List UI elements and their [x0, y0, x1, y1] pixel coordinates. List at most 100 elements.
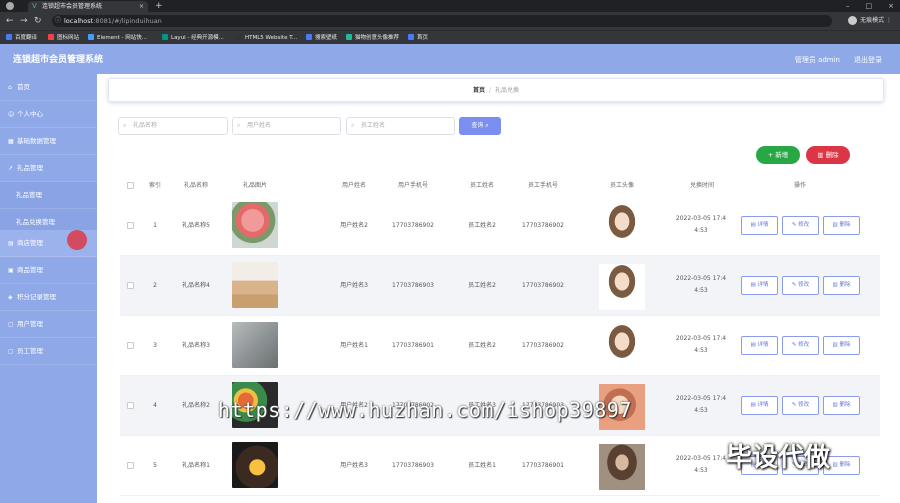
sidebar: ⌂ 首页 ☺ 个人中心 ▦ 基础数据管理 ↗ 礼品管理 礼品管理 礼品兑换管理 ▤ 商店管…: [0, 74, 97, 503]
row-checkbox[interactable]: [127, 222, 134, 229]
cell-staff-name: 员工姓名2: [468, 342, 496, 349]
row-checkbox[interactable]: [127, 342, 134, 349]
trash-icon: ▥: [832, 462, 838, 468]
detail-button[interactable]: ▤ 详情: [741, 276, 778, 295]
edit-label: 修改: [798, 222, 810, 228]
sidebar-item-profile[interactable]: ☺ 个人中心: [0, 101, 97, 128]
sidebar-item-staff[interactable]: ▢ 员工管理: [0, 338, 97, 365]
new-tab-icon[interactable]: +: [155, 0, 163, 12]
profile-label: 无痕模式: [860, 17, 885, 24]
col-header: 员工姓名: [469, 182, 494, 189]
search-button[interactable]: 查询 ⌕: [459, 117, 501, 135]
sidebar-item-goods[interactable]: ▣ 商品管理: [0, 257, 97, 284]
gift-image: [232, 322, 278, 368]
sidebar-item-points[interactable]: ◈ 积分记录管理: [0, 284, 97, 311]
row-checkbox[interactable]: [127, 282, 134, 289]
profile-button[interactable]: 无痕模式 ⋮: [848, 15, 892, 27]
browser-menu-icon[interactable]: [6, 2, 14, 10]
cell-index: 3: [153, 342, 157, 349]
close-window-icon[interactable]: ×: [888, 2, 894, 10]
cell-exchange-time: 2022-03-05 17:4 4:53: [673, 213, 729, 237]
col-header: 索引: [148, 182, 161, 189]
cell-user-name: 用户姓名3: [340, 282, 368, 289]
sidebar-item-label: 员工管理: [17, 347, 43, 355]
goods-icon: ▣: [8, 267, 14, 274]
browser-tab[interactable]: V 连锁超市会员管理系统 ×: [28, 1, 148, 12]
user-icon: ☺: [8, 111, 15, 118]
bookmark-item[interactable]: 猫物创意头像推荐: [346, 31, 399, 45]
row-checkbox[interactable]: [127, 402, 134, 409]
users-icon: ▢: [8, 321, 14, 328]
gift-image: [232, 442, 278, 488]
table-row: 3 礼品名称3 用户姓名1 17703786901 员工姓名2 17703786…: [120, 316, 880, 376]
table-row: 2 礼品名称4 用户姓名3 17703786903 员工姓名2 17703786…: [120, 256, 880, 316]
bookmark-item[interactable]: 搜索壁纸: [306, 31, 337, 45]
address-bar: ← → ↻ ⓘ localhost:8081/#/lipinduihuan 无痕…: [0, 12, 900, 30]
search-label: 查询: [471, 122, 484, 129]
search-icon: ⌕: [237, 122, 241, 129]
bookmark-item[interactable]: Element - 网站快...: [88, 31, 147, 45]
select-all-checkbox[interactable]: [127, 182, 134, 189]
sidebar-subitem-gift[interactable]: 礼品管理: [0, 182, 97, 209]
bookmark-label: 图标网站: [57, 35, 80, 41]
bookmark-label: Layui - 经典开源模...: [171, 35, 224, 41]
back-icon[interactable]: ←: [6, 14, 14, 28]
delete-button[interactable]: ▥ 删除: [823, 276, 860, 295]
bookmark-item[interactable]: 百度翻译: [6, 31, 37, 45]
trash-icon: ▥: [817, 151, 824, 159]
bookmark-item[interactable]: 图标网站: [48, 31, 79, 45]
edit-button[interactable]: ✎ 修改: [782, 216, 819, 235]
sidebar-item-label: 首页: [17, 83, 30, 91]
logout-link[interactable]: 退出登录: [854, 44, 882, 76]
col-header: 用户姓名: [341, 182, 366, 189]
url-field[interactable]: ⓘ localhost:8081/#/lipinduihuan: [52, 15, 832, 27]
cell-user-phone: 17703786901: [392, 342, 434, 349]
maximize-icon[interactable]: □: [866, 2, 873, 10]
delete-button[interactable]: ▥ 删除: [823, 396, 860, 415]
tab-close-icon[interactable]: ×: [139, 1, 144, 12]
time-line: 4:53: [694, 407, 708, 414]
time-line: 4:53: [694, 227, 708, 234]
staff-name-input[interactable]: ⌕ 员工姓名: [346, 117, 455, 135]
sidebar-item-base-data[interactable]: ▦ 基础数据管理: [0, 128, 97, 155]
reload-icon[interactable]: ↻: [34, 14, 42, 28]
staff-avatar: [599, 324, 645, 370]
sidebar-item-users[interactable]: ▢ 用户管理: [0, 311, 97, 338]
staff-avatar: [599, 264, 645, 310]
staff-avatar: [599, 444, 645, 490]
detail-button[interactable]: ▤ 详情: [741, 396, 778, 415]
time-line: 2022-03-05 17:4: [675, 395, 727, 402]
time-line: 2022-03-05 17:4: [675, 215, 727, 222]
time-line: 2022-03-05 17:4: [675, 275, 727, 282]
bookmark-item[interactable]: Layui - 经典开源模...: [162, 31, 224, 45]
bookmark-item[interactable]: 首页: [408, 31, 428, 45]
delete-label: 删除: [839, 222, 851, 228]
cell-index: 2: [153, 282, 157, 289]
user-name-input[interactable]: ⌕ 用户姓名: [232, 117, 341, 135]
sidebar-item-label: 积分记录管理: [17, 293, 56, 301]
edit-button[interactable]: ✎ 修改: [782, 396, 819, 415]
delete-button[interactable]: ▥ 删除: [823, 216, 860, 235]
cursor-highlight: [67, 230, 87, 250]
sidebar-item-home[interactable]: ⌂ 首页: [0, 74, 97, 101]
batch-delete-button[interactable]: ▥ 删除: [806, 146, 850, 164]
sidebar-item-label: 用户管理: [17, 320, 43, 328]
add-button[interactable]: + 新增: [756, 146, 800, 164]
edit-label: 修改: [798, 342, 810, 348]
edit-button[interactable]: ✎ 修改: [782, 276, 819, 295]
sidebar-item-gift-group[interactable]: ↗ 礼品管理: [0, 155, 97, 182]
col-header: 礼品图片: [242, 182, 267, 189]
cell-exchange-time: 2022-03-05 17:4 4:53: [673, 273, 729, 297]
forward-icon[interactable]: →: [20, 14, 28, 28]
placeholder: 用户姓名: [247, 122, 272, 129]
row-checkbox[interactable]: [127, 462, 134, 469]
minimize-icon[interactable]: –: [846, 2, 850, 10]
gift-name-input[interactable]: ⌕ 礼品名称: [118, 117, 228, 135]
bookmark-item[interactable]: HTML5 Website T...: [236, 31, 297, 45]
detail-button[interactable]: ▤ 详情: [741, 336, 778, 355]
edit-button[interactable]: ✎ 修改: [782, 336, 819, 355]
delete-button[interactable]: ▥ 删除: [823, 336, 860, 355]
breadcrumb-home[interactable]: 首页: [473, 87, 485, 94]
detail-button[interactable]: ▤ 详情: [741, 216, 778, 235]
main-content: 首页 / 礼品兑换 ⌕ 礼品名称 ⌕ 用户姓名 ⌕ 员工姓名 查询 ⌕ + 新增 ▥ 删除…: [97, 74, 900, 503]
